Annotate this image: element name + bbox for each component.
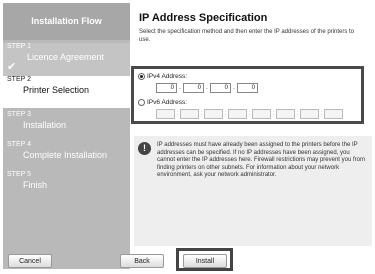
ip-address-box: IPv4 Address: 0 . 0 . 0 . 0 IPv6 Address… [131,66,364,124]
ipv4-octet-4[interactable]: 0 [237,83,258,93]
step-name: Complete Installation [23,150,108,160]
cancel-button[interactable]: Cancel [8,254,52,268]
step-number: STEP 1 [7,43,31,50]
step-name: Installation [23,120,67,130]
exclamation-icon: ! [138,142,151,155]
ipv6-fields: : : : : : : : [156,109,343,119]
step-number: STEP 5 [7,171,31,178]
step-licence-agreement: STEP 1 ✔ Licence Agreement [3,43,130,76]
ipv4-octet-2[interactable]: 0 [183,83,204,93]
main-panel: IP Address Specification Select the spec… [131,3,372,269]
ipv4-octet-1[interactable]: 0 [156,83,177,93]
sidebar-title: Installation Flow [3,3,130,40]
step-name: Finish [23,180,48,190]
step-number: STEP 3 [7,111,31,118]
step-finish: STEP 5 Finish [3,171,130,190]
step-complete-installation: STEP 4 Complete Installation [3,141,130,160]
step-printer-selection: STEP 2 Printer Selection [3,76,130,108]
ipv6-label: IPv6 Address: [147,99,188,107]
info-note-box: ! IP addresses must have already been as… [134,136,372,246]
installation-flow-sidebar: Installation Flow STEP 1 ✔ Licence Agree… [3,3,130,269]
step-name: Printer Selection [23,85,90,95]
ipv6-group-2[interactable] [180,109,199,119]
page-title: IP Address Specification [139,12,268,24]
install-button[interactable]: Install [183,254,227,268]
ipv6-group-3[interactable] [204,109,223,119]
ipv4-fields: 0 . 0 . 0 . 0 [156,83,258,93]
ipv6-group-4[interactable] [228,109,247,119]
ipv4-octet-3[interactable]: 0 [210,83,231,93]
ipv4-radio-row[interactable]: IPv4 Address: [138,73,187,80]
checkmark-icon: ✔ [7,61,17,73]
step-name: Licence Agreement [27,52,105,62]
ipv6-group-6[interactable] [276,109,295,119]
ipv6-radio[interactable] [138,99,145,106]
ipv4-label: IPv4 Address: [147,73,188,81]
ipv6-group-1[interactable] [156,109,175,119]
step-installation: STEP 3 Installation [3,111,130,130]
ipv4-radio[interactable] [138,73,145,80]
ipv6-radio-row[interactable]: IPv6 Address: [138,99,187,106]
step-number: STEP 4 [7,141,31,148]
ipv6-group-5[interactable] [252,109,271,119]
step-number: STEP 2 [7,76,31,83]
back-button[interactable]: Back [120,254,164,268]
ipv6-group-8[interactable] [324,109,343,119]
info-note-text: IP addresses must have already been assi… [157,142,365,178]
page-subtitle: Select the specification method and then… [139,29,355,43]
ipv6-group-7[interactable] [300,109,319,119]
